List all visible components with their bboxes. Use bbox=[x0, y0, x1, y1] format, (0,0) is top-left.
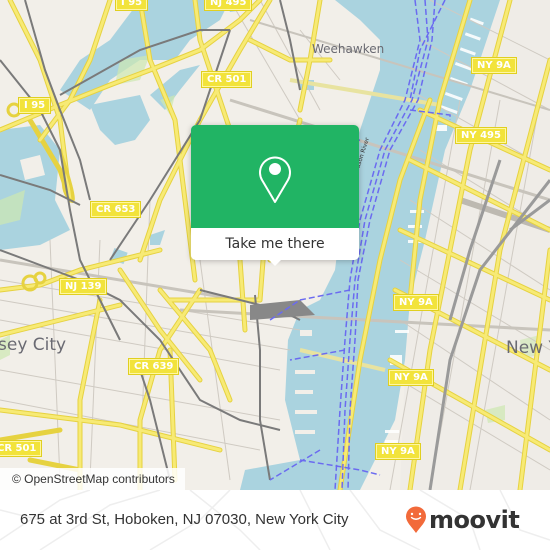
map-attribution[interactable]: © OpenStreetMap contributors bbox=[0, 468, 185, 490]
place-label-new-york: New Y bbox=[506, 338, 550, 358]
map-view[interactable]: Weehawken sey City New Y Hudson River I … bbox=[0, 0, 550, 490]
shield-ny9a-1: NY 9A bbox=[393, 294, 439, 311]
place-label-weehawken: Weehawken bbox=[312, 42, 385, 56]
shield-cr653: CR 653 bbox=[89, 201, 142, 218]
location-popup: Take me there bbox=[191, 125, 359, 266]
shield-i95: I 95 bbox=[17, 97, 52, 114]
shield-ny9a-north: NY 9A bbox=[471, 57, 517, 74]
shield-ny9a-3: NY 9A bbox=[375, 443, 421, 460]
shield-nj495: NJ 495 bbox=[203, 0, 253, 11]
popup-header bbox=[191, 125, 359, 228]
popup-pointer bbox=[267, 258, 283, 266]
moovit-pin-smile-icon bbox=[405, 506, 427, 538]
shield-nj139: NJ 139 bbox=[58, 278, 108, 295]
shield-ny495: NY 495 bbox=[455, 127, 507, 144]
shield-cr501-north: CR 501 bbox=[200, 71, 253, 88]
address-text: 675 at 3rd St, Hoboken, NJ 07030, New Yo… bbox=[20, 511, 349, 528]
footer-bar: 675 at 3rd St, Hoboken, NJ 07030, New Yo… bbox=[0, 490, 550, 550]
shield-i95-top: I 95 bbox=[114, 0, 149, 11]
shield-cr639: CR 639 bbox=[127, 358, 180, 375]
take-me-there-button[interactable]: Take me there bbox=[191, 228, 359, 260]
shield-ny9a-2: NY 9A bbox=[388, 369, 434, 386]
place-label-jersey-city: sey City bbox=[0, 335, 67, 355]
map-card: Weehawken sey City New Y Hudson River I … bbox=[0, 0, 550, 550]
moovit-wordmark: moovit bbox=[429, 506, 520, 534]
shield-cr501-south: CR 501 bbox=[0, 440, 43, 457]
